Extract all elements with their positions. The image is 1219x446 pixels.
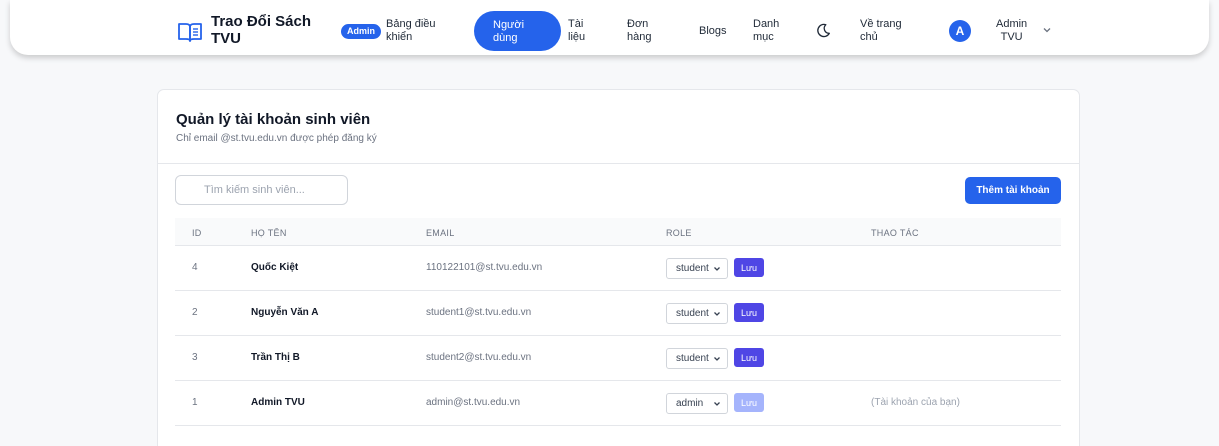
cell-email: admin@st.tvu.edu.vn bbox=[426, 397, 521, 408]
table-header: ID HỌ TÊN EMAIL ROLE THAO TÁC bbox=[175, 218, 1061, 246]
nav-home-line-2: chủ bbox=[860, 31, 878, 43]
role-select-value: student bbox=[676, 263, 709, 274]
role-badge: Admin bbox=[341, 24, 381, 39]
role-select-value: student bbox=[676, 353, 709, 364]
brand-line-1: Trao Đổi Sách bbox=[211, 13, 312, 30]
cell-id: 1 bbox=[192, 397, 198, 408]
table-row: 2 Nguyễn Văn A student1@st.tvu.edu.vn st… bbox=[175, 291, 1061, 336]
nav-orders[interactable]: Đơn hàng bbox=[627, 18, 651, 44]
brand-line-2: TVU bbox=[211, 30, 241, 47]
nav-dashboard-line-1: Bảng điều bbox=[386, 18, 436, 30]
brand-logo[interactable]: Trao Đổi Sách TVU bbox=[178, 13, 331, 47]
page-subtitle: Chỉ email @st.tvu.edu.vn được phép đăng … bbox=[176, 133, 377, 144]
col-header-id: ID bbox=[192, 228, 202, 238]
chevron-down-icon bbox=[714, 312, 720, 316]
nav-categories[interactable]: Danh mục bbox=[753, 18, 779, 44]
nav-orders-line-1: Đơn bbox=[627, 18, 649, 30]
table-row: 3 Trần Thị B student2@st.tvu.edu.vn stud… bbox=[175, 336, 1061, 381]
nav-documents-line-2: liệu bbox=[568, 31, 586, 43]
nav-documents-line-1: Tài bbox=[568, 18, 584, 30]
chevron-down-icon bbox=[714, 267, 720, 271]
col-header-actions: THAO TÁC bbox=[871, 228, 919, 238]
user-menu-name[interactable]: Admin TVU bbox=[996, 18, 1027, 44]
save-button[interactable]: Lưu bbox=[734, 303, 764, 322]
cell-name: Admin TVU bbox=[251, 397, 305, 408]
role-select[interactable]: student bbox=[666, 303, 728, 324]
cell-id: 3 bbox=[192, 352, 198, 363]
page-title: Quản lý tài khoản sinh viên bbox=[176, 111, 371, 128]
nav-dashboard[interactable]: Bảng điều khiển bbox=[386, 18, 436, 44]
save-button-disabled: Lưu bbox=[734, 393, 764, 412]
divider bbox=[158, 163, 1079, 164]
role-select-value: student bbox=[676, 308, 709, 319]
nav-users-line-1: Người bbox=[493, 19, 525, 31]
user-name-line-1: Admin bbox=[996, 18, 1028, 30]
role-select[interactable]: student bbox=[666, 258, 728, 279]
user-name-line-2: TVU bbox=[1000, 31, 1023, 43]
cell-email: student2@st.tvu.edu.vn bbox=[426, 352, 532, 363]
brand-name: Trao Đổi Sách TVU bbox=[211, 13, 331, 47]
student-accounts-card: Quản lý tài khoản sinh viên Chỉ email @s… bbox=[157, 89, 1080, 446]
col-header-name: HỌ TÊN bbox=[251, 228, 287, 238]
role-select-value: admin bbox=[676, 398, 704, 409]
nav-documents[interactable]: Tài liệu bbox=[568, 18, 585, 44]
search-spacer bbox=[186, 184, 187, 185]
open-book-icon bbox=[178, 23, 202, 42]
col-header-role: ROLE bbox=[666, 228, 692, 238]
cell-id: 2 bbox=[192, 307, 198, 318]
nav-categories-line-1: Danh bbox=[753, 18, 780, 30]
nav-home-line-1: Về trang bbox=[860, 18, 902, 30]
add-account-button[interactable]: Thêm tài khoản bbox=[965, 177, 1061, 204]
nav-home[interactable]: Về trang chủ bbox=[860, 18, 902, 44]
nav-users-line-2: dùng bbox=[493, 32, 518, 44]
top-navbar: Trao Đổi Sách TVU Admin Bảng điều khiển … bbox=[10, 0, 1209, 55]
cell-email: 110122101@st.tvu.edu.vn bbox=[426, 262, 543, 273]
save-button[interactable]: Lưu bbox=[734, 258, 764, 277]
nav-dashboard-line-2: khiển bbox=[386, 31, 413, 43]
cell-name: Trần Thị B bbox=[251, 352, 300, 363]
cell-name: Quốc Kiệt bbox=[251, 262, 299, 273]
cell-id: 4 bbox=[192, 262, 198, 273]
table-row: 4 Quốc Kiệt 110122101@st.tvu.edu.vn stud… bbox=[175, 246, 1061, 291]
nav-blogs[interactable]: Blogs bbox=[699, 25, 727, 38]
col-header-email: EMAIL bbox=[426, 228, 455, 238]
chevron-down-icon bbox=[714, 402, 720, 406]
nav-orders-line-2: hàng bbox=[627, 31, 652, 43]
own-account-note: (Tài khoản của bạn) bbox=[871, 397, 960, 408]
dark-mode-moon-icon[interactable] bbox=[816, 23, 831, 38]
cell-email: student1@st.tvu.edu.vn bbox=[426, 307, 532, 318]
cell-name: Nguyễn Văn A bbox=[251, 307, 319, 318]
avatar[interactable]: A bbox=[949, 20, 971, 42]
role-select[interactable]: admin bbox=[666, 393, 728, 414]
chevron-down-icon bbox=[714, 357, 720, 361]
save-button[interactable]: Lưu bbox=[734, 348, 764, 367]
chevron-down-icon[interactable] bbox=[1042, 25, 1052, 35]
search-input[interactable] bbox=[175, 175, 348, 205]
nav-categories-line-2: mục bbox=[753, 31, 774, 43]
table-row: 1 Admin TVU admin@st.tvu.edu.vn admin Lư… bbox=[175, 381, 1061, 426]
nav-users[interactable]: Người dùng bbox=[474, 11, 561, 51]
role-select[interactable]: student bbox=[666, 348, 728, 369]
